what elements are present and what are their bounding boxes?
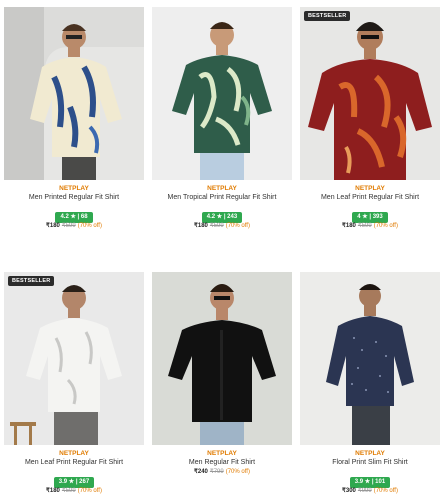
selling-price: ₹180	[46, 488, 60, 494]
product-card[interactable]: BESTSELLER NETPLAY Men Leaf Print Regula…	[300, 7, 440, 229]
product-title[interactable]: Men Tropical Print Regular Fit Shirt	[152, 193, 292, 203]
price-row: ₹180 ₹599 (70% off)	[4, 487, 144, 494]
mrp-price: ₹799	[209, 469, 224, 475]
selling-price: ₹240	[194, 469, 208, 475]
selling-price: ₹180	[342, 223, 356, 229]
product-title[interactable]: Men Regular Fit Shirt	[152, 458, 292, 468]
discount-label: (70% off)	[373, 488, 398, 494]
product-image[interactable]: BESTSELLER	[4, 272, 144, 445]
discount-label: (70% off)	[373, 223, 398, 229]
bestseller-badge: BESTSELLER	[304, 11, 351, 21]
product-card[interactable]: BESTSELLER NETPLAY Men Leaf Print Regula…	[4, 272, 144, 494]
brand-name: NETPLAY	[355, 450, 385, 457]
discount-label: (70% off)	[77, 223, 102, 229]
product-title[interactable]: Men Leaf Print Regular Fit Shirt	[300, 193, 440, 203]
bestseller-badge: BESTSELLER	[8, 276, 55, 286]
discount-label: (70% off)	[225, 223, 250, 229]
product-card[interactable]: NETPLAY Men Printed Regular Fit Shirt 4.…	[4, 7, 144, 229]
discount-label: (70% off)	[225, 469, 250, 475]
product-image[interactable]	[300, 272, 440, 445]
product-card[interactable]: NETPLAY Floral Print Slim Fit Shirt 3.9 …	[300, 272, 440, 494]
brand-name: NETPLAY	[207, 450, 237, 457]
brand-name: NETPLAY	[355, 185, 385, 192]
price-row: ₹300 ₹999 (70% off)	[300, 487, 440, 494]
selling-price: ₹300	[342, 488, 356, 494]
mrp-price: ₹599	[61, 488, 76, 494]
mrp-price: ₹999	[357, 488, 372, 494]
price-row: ₹180 ₹599 (70% off)	[300, 222, 440, 229]
product-title[interactable]: Men Leaf Print Regular Fit Shirt	[4, 458, 144, 468]
product-image[interactable]	[152, 272, 292, 445]
mrp-price: ₹599	[357, 223, 372, 229]
brand-name: NETPLAY	[59, 185, 89, 192]
product-title[interactable]: Floral Print Slim Fit Shirt	[300, 458, 440, 468]
brand-name: NETPLAY	[207, 185, 237, 192]
product-card[interactable]: NETPLAY Men Tropical Print Regular Fit S…	[152, 7, 292, 229]
selling-price: ₹180	[194, 223, 208, 229]
product-grid: NETPLAY Men Printed Regular Fit Shirt 4.…	[0, 0, 444, 500]
selling-price: ₹180	[46, 223, 60, 229]
product-image[interactable]	[4, 7, 144, 180]
mrp-price: ₹599	[209, 223, 224, 229]
price-row: ₹180 ₹599 (70% off)	[4, 222, 144, 229]
price-row: ₹240 ₹799 (70% off)	[152, 468, 292, 475]
brand-name: NETPLAY	[59, 450, 89, 457]
product-image[interactable]: BESTSELLER	[300, 7, 440, 180]
product-image[interactable]	[152, 7, 292, 180]
discount-label: (70% off)	[77, 488, 102, 494]
price-row: ₹180 ₹599 (70% off)	[152, 222, 292, 229]
product-title[interactable]: Men Printed Regular Fit Shirt	[4, 193, 144, 203]
mrp-price: ₹599	[61, 223, 76, 229]
product-card[interactable]: NETPLAY Men Regular Fit Shirt ₹240 ₹799 (7…	[152, 272, 292, 475]
